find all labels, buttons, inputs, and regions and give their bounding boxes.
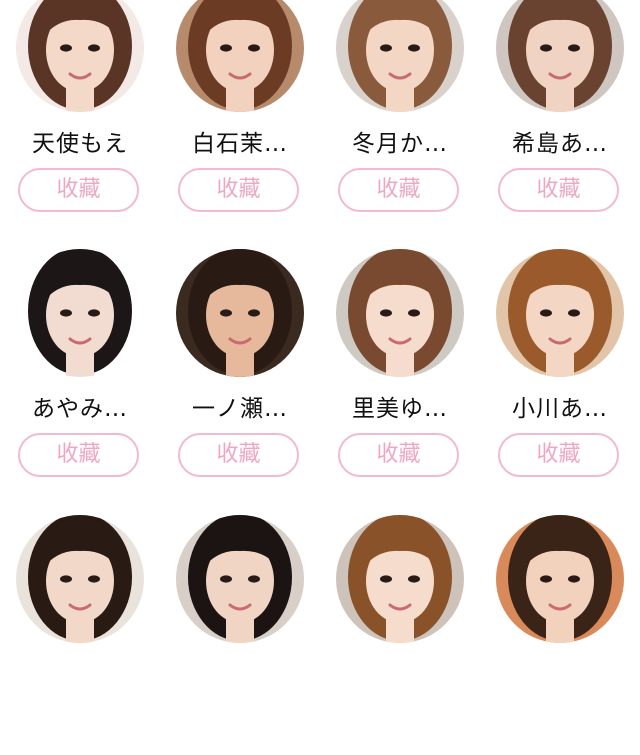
- performer-card[interactable]: 冬月か… 收藏: [320, 0, 480, 224]
- performer-card[interactable]: [0, 515, 160, 755]
- performer-card[interactable]: 白石茉… 收藏: [160, 0, 320, 224]
- performer-grid: 天使もえ 收藏 白石茉… 收藏 冬月か… 收藏 希島あ… 收藏 あやみ… 收藏 一ノ瀬… 收藏 里美ゆ……: [0, 0, 640, 643]
- performer-name: 希島あ…: [512, 131, 608, 157]
- performer-avatar[interactable]: [16, 249, 144, 377]
- performer-avatar[interactable]: [16, 0, 144, 112]
- performer-card[interactable]: 希島あ… 收藏: [480, 0, 640, 224]
- favorite-button[interactable]: 收藏: [338, 168, 459, 212]
- performer-avatar[interactable]: [176, 0, 304, 112]
- performer-card[interactable]: [320, 515, 480, 755]
- performer-card[interactable]: [480, 515, 640, 755]
- performer-avatar[interactable]: [336, 0, 464, 112]
- performer-name: 小川あ…: [512, 396, 608, 422]
- performer-card[interactable]: 一ノ瀬… 收藏: [160, 249, 320, 489]
- favorite-button[interactable]: 收藏: [18, 433, 139, 477]
- performer-avatar[interactable]: [496, 515, 624, 643]
- favorite-button[interactable]: 收藏: [338, 433, 459, 477]
- performer-card[interactable]: [160, 515, 320, 755]
- favorite-button[interactable]: 收藏: [18, 168, 139, 212]
- performer-name: 白石茉…: [192, 131, 288, 157]
- performer-avatar[interactable]: [176, 515, 304, 643]
- performer-avatar[interactable]: [336, 515, 464, 643]
- performer-name: あやみ…: [32, 396, 128, 422]
- performer-avatar[interactable]: [496, 0, 624, 112]
- favorite-button[interactable]: 收藏: [498, 433, 619, 477]
- performer-avatar[interactable]: [16, 515, 144, 643]
- favorite-button[interactable]: 收藏: [498, 168, 619, 212]
- performer-name: 里美ゆ…: [352, 396, 448, 422]
- favorite-button[interactable]: 收藏: [178, 168, 299, 212]
- performer-name: 天使もえ: [32, 131, 128, 157]
- performer-avatar[interactable]: [176, 249, 304, 377]
- performer-card[interactable]: 天使もえ 收藏: [0, 0, 160, 224]
- performer-name: 一ノ瀬…: [192, 396, 288, 422]
- favorite-button[interactable]: 收藏: [178, 433, 299, 477]
- performer-card[interactable]: あやみ… 收藏: [0, 249, 160, 489]
- performer-card[interactable]: 里美ゆ… 收藏: [320, 249, 480, 489]
- performer-avatar[interactable]: [496, 249, 624, 377]
- performer-name: 冬月か…: [352, 131, 448, 157]
- performer-avatar[interactable]: [336, 249, 464, 377]
- performer-card[interactable]: 小川あ… 收藏: [480, 249, 640, 489]
